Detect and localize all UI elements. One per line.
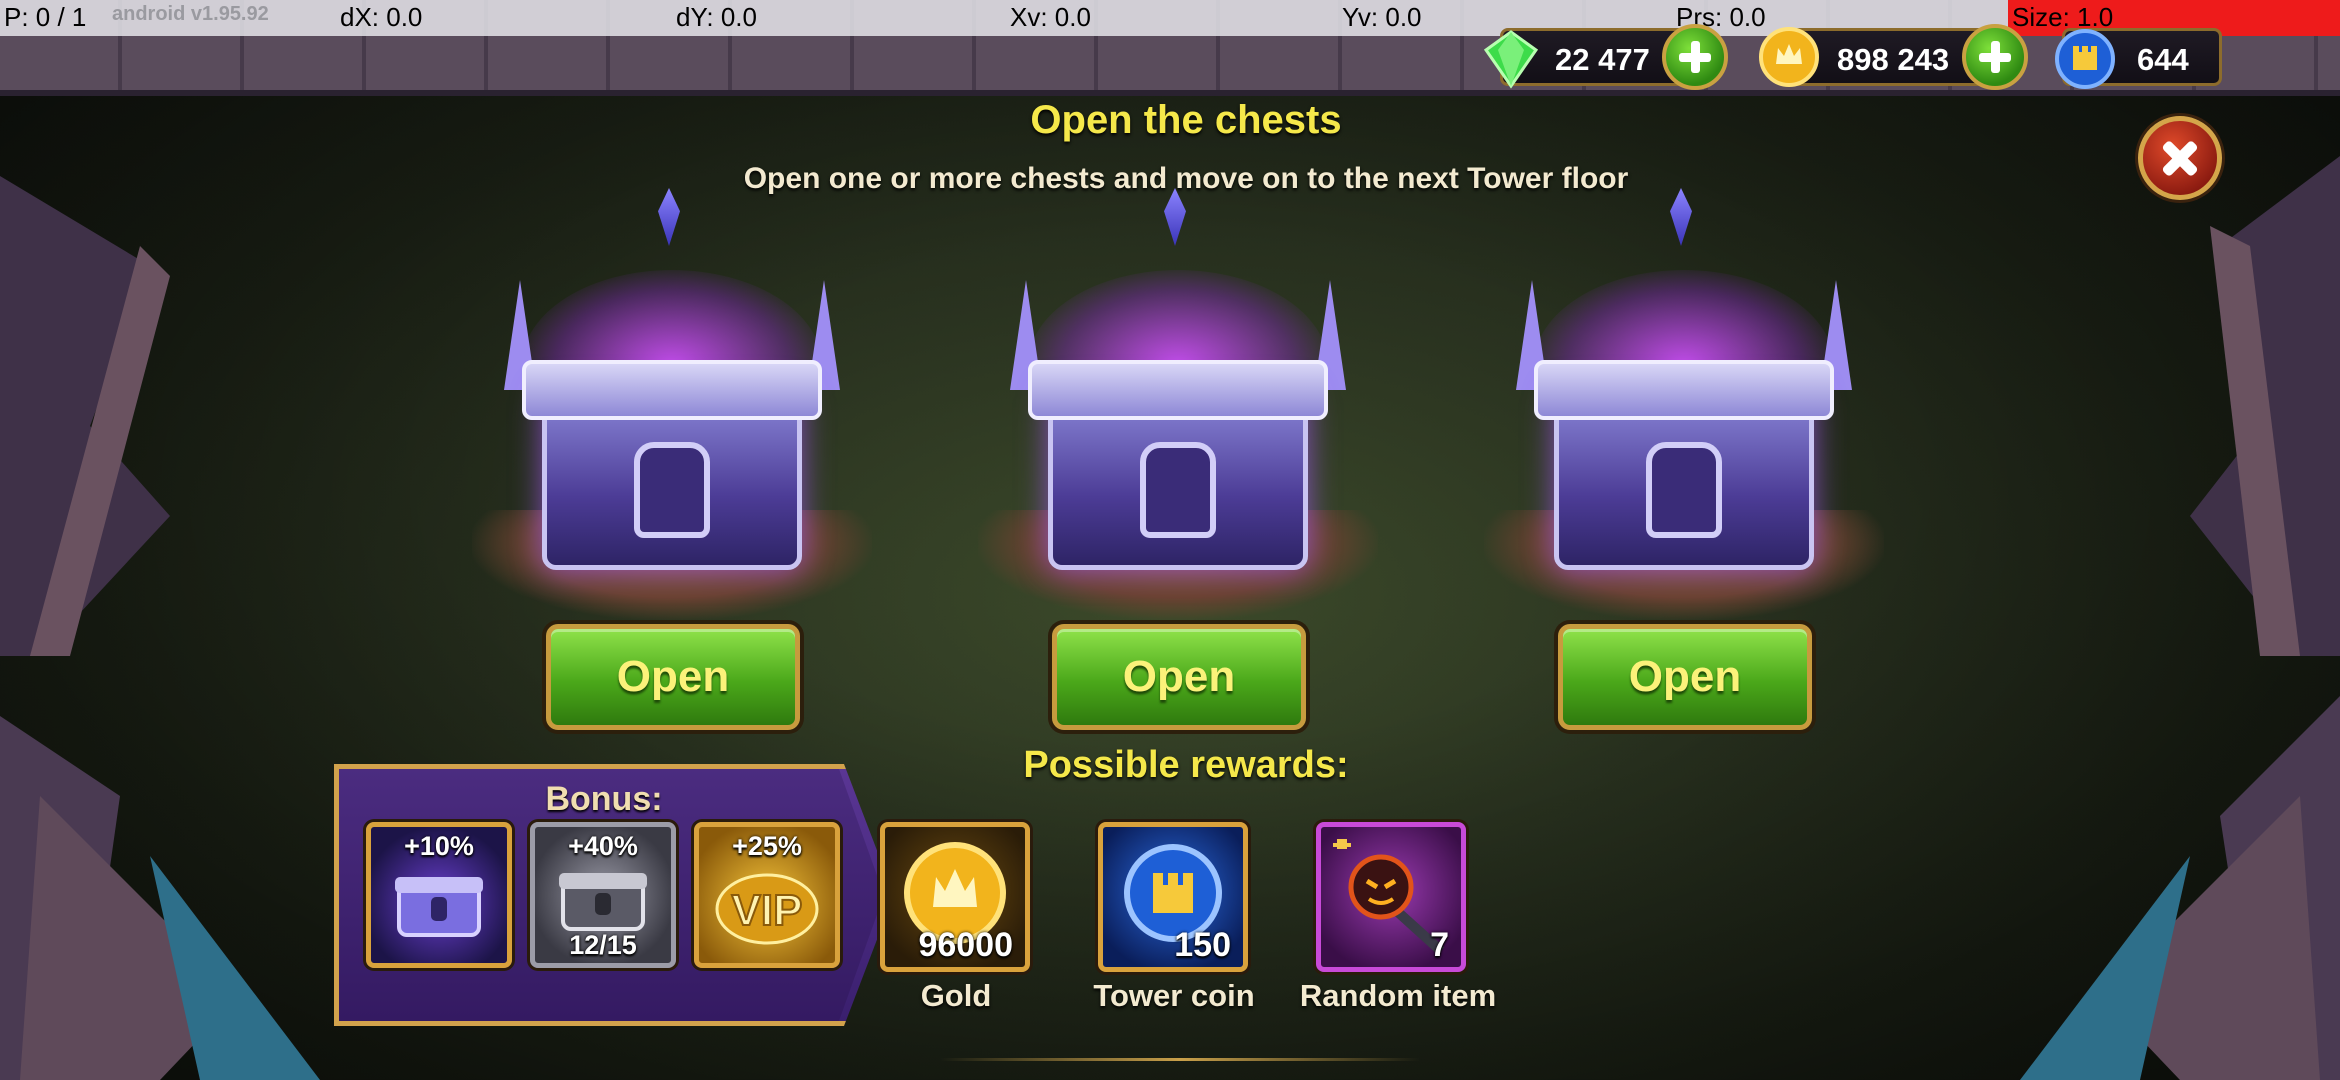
floating-crystal-icon: [1670, 188, 1692, 246]
divider: [940, 1058, 1420, 1061]
debug-dy: dY: 0.0: [676, 2, 757, 32]
reward-label: Tower coin: [1093, 978, 1255, 1013]
reward-label: Gold: [920, 978, 992, 1013]
emerald-value: 22 477: [1555, 42, 1650, 77]
debug-version: android v1.95.92: [112, 3, 269, 25]
bonus-tile-vip[interactable]: VIP +25%: [694, 822, 840, 968]
chest-1[interactable]: [452, 180, 892, 630]
debug-pointer-count: P: 0 / 1: [4, 2, 87, 32]
bonus-tile-purple-chest[interactable]: +10%: [366, 822, 512, 968]
reward-random-item[interactable]: 7: [1316, 822, 1466, 972]
debug-dx: dX: 0.0: [340, 2, 423, 32]
debug-xv: Xv: 0.0: [1010, 2, 1091, 32]
gold-coin-icon: [1759, 27, 1819, 87]
add-emeralds-button[interactable]: [1662, 24, 1728, 90]
bonus-percent: +40%: [568, 831, 638, 861]
purple-chest-icon: [395, 877, 483, 937]
close-button[interactable]: [2138, 116, 2222, 200]
add-gold-button[interactable]: [1962, 24, 2028, 90]
open-chest-3-button[interactable]: Open: [1558, 624, 1812, 730]
reward-tower-coin[interactable]: 150: [1098, 822, 1248, 972]
emerald-icon: [1483, 30, 1539, 89]
bonus-percent: +25%: [732, 831, 802, 861]
bonus-percent: +10%: [404, 831, 474, 861]
reward-quantity: 96000: [918, 926, 1013, 964]
bonus-label: Bonus:: [545, 780, 663, 818]
floating-crystal-icon: [1164, 188, 1186, 246]
floating-crystal-icon: [658, 188, 680, 246]
reward-label: Random item: [1299, 978, 1497, 1013]
lock-icon: [634, 442, 710, 538]
chest-lid: [522, 360, 822, 420]
lock-icon: [1140, 442, 1216, 538]
reward-quantity: 150: [1174, 926, 1231, 964]
reward-quantity: 7: [1430, 926, 1449, 964]
chest-lid: [1534, 360, 1834, 420]
chest-3[interactable]: [1464, 180, 1904, 630]
bonus-progress: 12/15: [569, 930, 637, 960]
left-crystal-rocks: [0, 176, 320, 1080]
silver-chest-icon: [559, 873, 647, 931]
vip-icon: VIP: [715, 873, 819, 945]
gold-value: 898 243: [1837, 42, 1950, 77]
open-chest-2-button[interactable]: Open: [1052, 624, 1306, 730]
chest-2[interactable]: [958, 180, 1398, 630]
debug-yv: Yv: 0.0: [1342, 2, 1422, 32]
tower-coin-value: 644: [2137, 42, 2189, 77]
dialog-title: Open the chests: [1030, 98, 1342, 142]
chest-lid: [1028, 360, 1328, 420]
open-chest-1-button[interactable]: Open: [546, 624, 800, 730]
reward-gold[interactable]: 96000: [880, 822, 1030, 972]
lock-icon: [1646, 442, 1722, 538]
right-crystal-rocks: [2020, 156, 2340, 1080]
svg-text:VIP: VIP: [732, 886, 803, 935]
tower-coin-icon: [2055, 29, 2115, 89]
bonus-tile-silver-chest[interactable]: +40% 12/15: [530, 822, 676, 968]
